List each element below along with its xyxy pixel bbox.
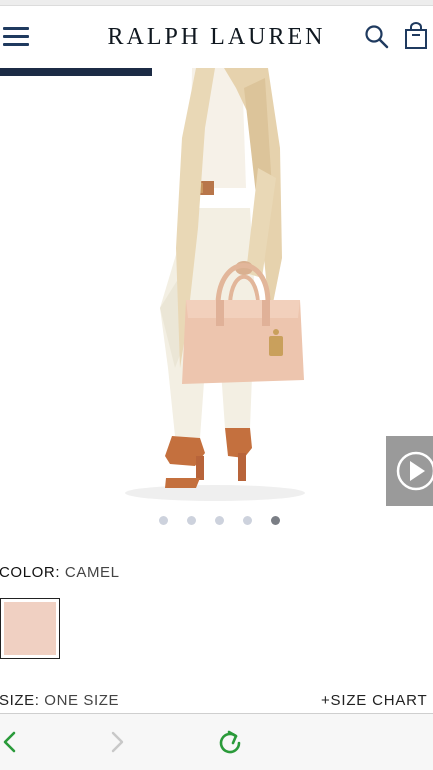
product-image[interactable] [0,68,433,508]
site-header: RALPH LAUREN [0,6,433,68]
size-label: SIZE: ONE SIZE [0,692,120,709]
color-value: CAMEL [64,564,120,581]
carousel-progress-bar [0,68,152,76]
carousel-dots [0,514,433,526]
video-play-button[interactable] [386,436,433,506]
carousel-dot[interactable] [271,516,280,525]
color-swatch-camel[interactable] [0,598,60,659]
chevron-right-icon[interactable] [104,726,138,760]
carousel-dot[interactable] [215,516,224,525]
reload-icon[interactable] [214,726,248,760]
carousel-dot[interactable] [187,516,196,525]
carousel-dot[interactable] [159,516,168,525]
shopping-bag-icon[interactable] [403,22,429,50]
browser-toolbar [0,713,433,770]
size-chart-link[interactable]: +SIZE CHART [321,692,427,709]
carousel-dot[interactable] [243,516,252,525]
size-value: ONE SIZE [44,692,120,709]
color-label: COLOR: CAMEL [0,564,120,581]
chevron-left-icon[interactable] [0,726,34,760]
swatch-fill [4,602,56,655]
search-icon[interactable] [364,24,390,50]
